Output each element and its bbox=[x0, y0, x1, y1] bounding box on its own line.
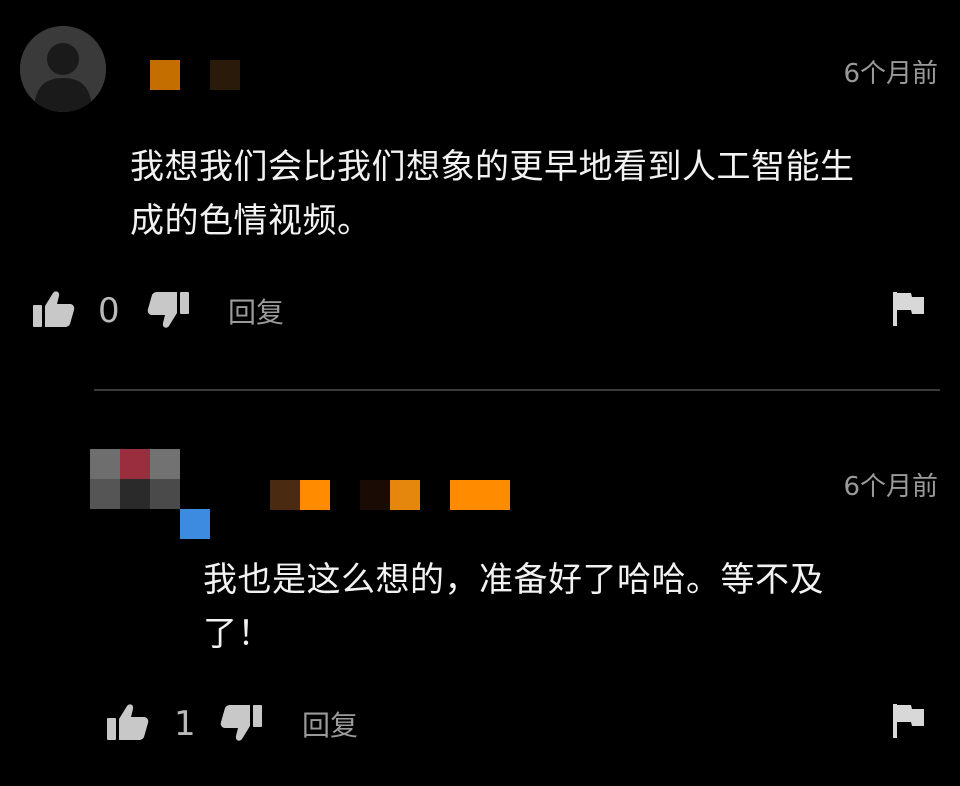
avatar-pixel bbox=[90, 449, 120, 479]
redacted-block bbox=[450, 480, 510, 510]
redacted-block bbox=[210, 60, 240, 90]
comment-text: 我想我们会比我们想象的更早地看到人工智能生 成的色情视频。 bbox=[130, 147, 855, 241]
comment-text: 我也是这么想的，准备好了哈哈。等不及 了！ bbox=[203, 560, 824, 654]
avatar-pixel bbox=[180, 509, 210, 539]
thumbs-down-icon[interactable] bbox=[147, 291, 189, 329]
user-silhouette-icon[interactable] bbox=[20, 26, 106, 112]
thumbs-down-icon[interactable] bbox=[220, 704, 262, 742]
redacted-block bbox=[300, 480, 330, 510]
avatar-pixel bbox=[150, 479, 180, 509]
thumbs-up-icon[interactable] bbox=[107, 703, 149, 741]
redacted-block bbox=[390, 480, 420, 510]
redacted-block bbox=[150, 60, 180, 90]
like-count: 0 bbox=[98, 291, 120, 331]
like-count: 1 bbox=[174, 704, 196, 744]
avatar-pixel bbox=[120, 479, 150, 509]
reply-button[interactable]: 回复 bbox=[228, 299, 284, 327]
redacted-block bbox=[360, 480, 390, 510]
reply-button[interactable]: 回复 bbox=[302, 712, 358, 740]
avatar-pixel bbox=[90, 479, 120, 509]
timestamp: 6个月前 bbox=[843, 472, 938, 502]
thumbs-up-icon[interactable] bbox=[33, 290, 75, 328]
flag-icon[interactable] bbox=[893, 292, 925, 326]
avatar-pixel bbox=[150, 449, 180, 479]
redacted-block bbox=[270, 480, 300, 510]
timestamp: 6个月前 bbox=[843, 59, 938, 89]
flag-icon[interactable] bbox=[893, 704, 925, 738]
avatar-pixel bbox=[120, 449, 150, 479]
divider bbox=[94, 389, 940, 391]
